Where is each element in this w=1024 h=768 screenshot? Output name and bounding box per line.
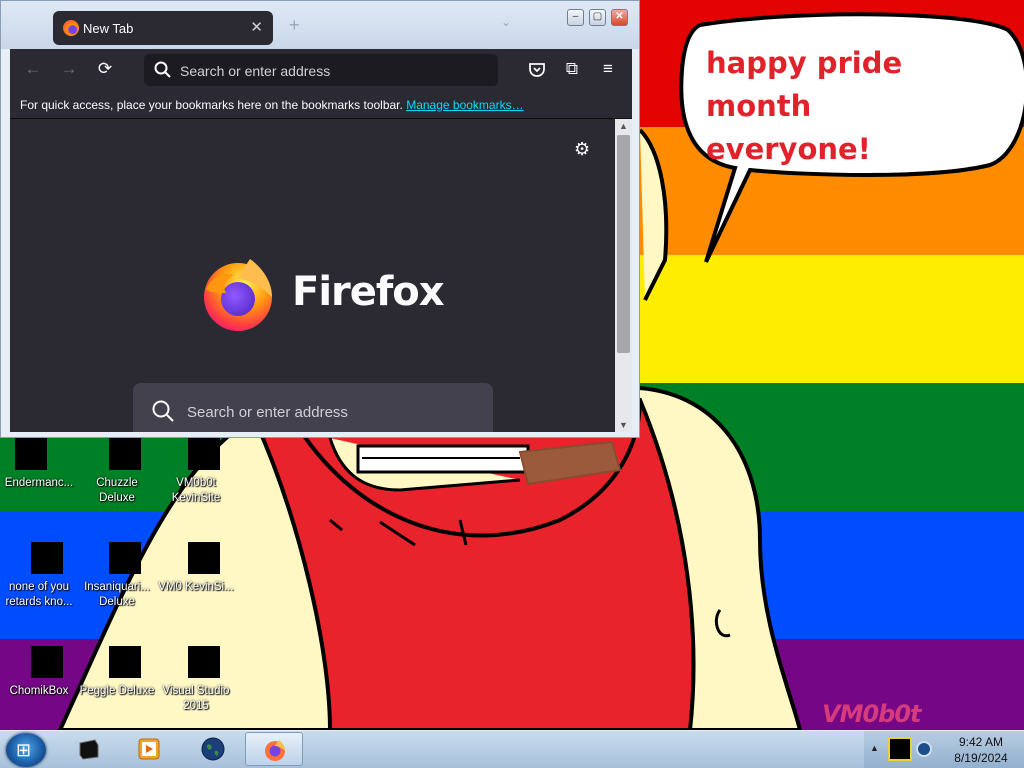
list-all-tabs-icon[interactable]: ⌄ — [501, 15, 511, 29]
taskbar-firefox[interactable] — [245, 732, 303, 766]
speech-bubble-text: happy pride month everyone! — [706, 46, 903, 166]
taskbar-globe[interactable] — [184, 732, 242, 766]
desktop-icon-insaniquarium[interactable]: Insaniquari... Deluxe — [78, 530, 156, 610]
close-window-button[interactable]: ✕ — [611, 9, 628, 26]
bookmarks-toolbar: For quick access, place your bookmarks h… — [10, 91, 632, 119]
search-icon — [154, 61, 171, 78]
wallpaper-watermark: VM0b0t — [822, 700, 922, 728]
desktop-icon-label: Visual Studio 2015 — [162, 685, 230, 712]
scroll-down-arrow-icon[interactable]: ▼ — [619, 420, 628, 430]
app-icon — [93, 634, 141, 682]
forward-icon[interactable]: → — [58, 59, 80, 79]
gear-icon[interactable]: ⚙ — [574, 139, 590, 160]
firefox-icon — [265, 740, 285, 761]
desktop-icon-label: Chuzzle Deluxe — [96, 477, 138, 504]
desktop-icon-label: Peggle Deluxe — [79, 685, 155, 697]
show-hidden-icons-icon[interactable]: ▲ — [870, 743, 879, 753]
maximize-button[interactable]: ▢ — [589, 9, 606, 26]
desktop-icon-chuzzle[interactable]: Chuzzle Deluxe — [78, 426, 156, 506]
manage-bookmarks-link[interactable]: Manage bookmarks… — [406, 98, 523, 112]
taskbar-terminal[interactable] — [60, 732, 118, 766]
desktop-icon-label: none of you retards kno... — [5, 581, 73, 608]
address-bar[interactable] — [144, 54, 498, 86]
scrollbar-thumb[interactable] — [617, 135, 630, 353]
tray-app-icon[interactable] — [888, 737, 912, 761]
back-icon[interactable]: ← — [22, 59, 44, 79]
media-player-icon — [138, 738, 160, 760]
desktop-icon-peggle[interactable]: Peggle Deluxe — [78, 634, 156, 699]
vertical-scrollbar[interactable]: ▲ ▼ — [615, 119, 632, 432]
reload-icon[interactable]: ⟳ — [94, 59, 116, 79]
bookmarks-hint-text: For quick access, place your bookmarks h… — [20, 98, 403, 112]
desktop-icon-label: VM0b0t KevinSite — [171, 477, 221, 504]
app-icon — [172, 530, 220, 578]
bookmarks-message: For quick access, place your bookmarks h… — [20, 98, 524, 112]
windows-logo-icon: ⊞ — [16, 740, 32, 760]
clock-time: 9:42 AM — [958, 735, 1004, 749]
search-icon — [152, 400, 174, 422]
start-button[interactable]: ⊞ — [6, 733, 46, 767]
firefox-logo-icon — [204, 259, 272, 331]
new-tab-search-box[interactable] — [133, 383, 493, 432]
new-tab-button[interactable]: + — [289, 15, 300, 36]
firefox-wordmark: Firefox — [292, 269, 445, 315]
new-tab-page: ⚙ Firefox — [10, 119, 615, 432]
app-icon — [93, 530, 141, 578]
system-tray: ▲ 9:42 AM 8/19/2024 — [864, 731, 1024, 768]
firefox-favicon-icon — [63, 20, 79, 36]
taskbar-media-player[interactable] — [120, 732, 178, 766]
app-icon — [15, 634, 63, 682]
menu-icon[interactable]: ≡ — [597, 59, 619, 79]
app-icon — [15, 530, 63, 578]
desktop-icon-visual-studio[interactable]: Visual Studio 2015 — [157, 634, 235, 714]
taskbar: ⊞ ▲ 9:42 AM 8/19/2024 — [0, 730, 1024, 768]
globe-icon — [201, 737, 225, 761]
clock-date: 8/19/2024 — [954, 751, 1008, 765]
new-tab-search-input[interactable] — [185, 400, 469, 424]
desktop-icon-kevinsite[interactable]: VM0b0t KevinSite — [157, 426, 235, 506]
desktop-icon-label: VM0 KevinSi... — [158, 581, 234, 593]
tab-title: New Tab — [83, 21, 134, 36]
firefox-window: New Tab ✕ + ⌄ – ▢ ✕ ← → ⟳ ⧉ ≡ For quick … — [0, 0, 640, 438]
address-input[interactable] — [178, 60, 482, 82]
scroll-up-arrow-icon[interactable]: ▲ — [619, 121, 628, 131]
desktop-icon-none-of-you[interactable]: none of you retards kno... — [0, 530, 78, 610]
minimize-button[interactable]: – — [567, 9, 584, 26]
extensions-icon[interactable]: ⧉ — [561, 59, 583, 79]
clock[interactable]: 9:42 AM 8/19/2024 — [938, 734, 1024, 766]
app-icon — [172, 634, 220, 682]
desktop-icon-vm0-kevinsite[interactable]: VM0 KevinSi... — [157, 530, 235, 595]
desktop-icon-label: Insaniquari... Deluxe — [84, 581, 150, 608]
terminal-icon — [79, 739, 99, 760]
tab-close-icon[interactable]: ✕ — [250, 18, 263, 36]
title-bar[interactable]: New Tab ✕ + ⌄ – ▢ ✕ — [1, 1, 639, 49]
nav-toolbar: ← → ⟳ ⧉ ≡ — [10, 49, 632, 91]
desktop-icon-chomikbox[interactable]: ChomikBox — [0, 634, 78, 699]
desktop-icon-label: Endermanc... — [4, 477, 74, 489]
tray-network-icon[interactable] — [916, 741, 932, 757]
pocket-icon[interactable] — [528, 61, 546, 79]
desktop-icon-label: ChomikBox — [9, 685, 69, 697]
tab-new-tab[interactable]: New Tab ✕ — [53, 11, 273, 45]
